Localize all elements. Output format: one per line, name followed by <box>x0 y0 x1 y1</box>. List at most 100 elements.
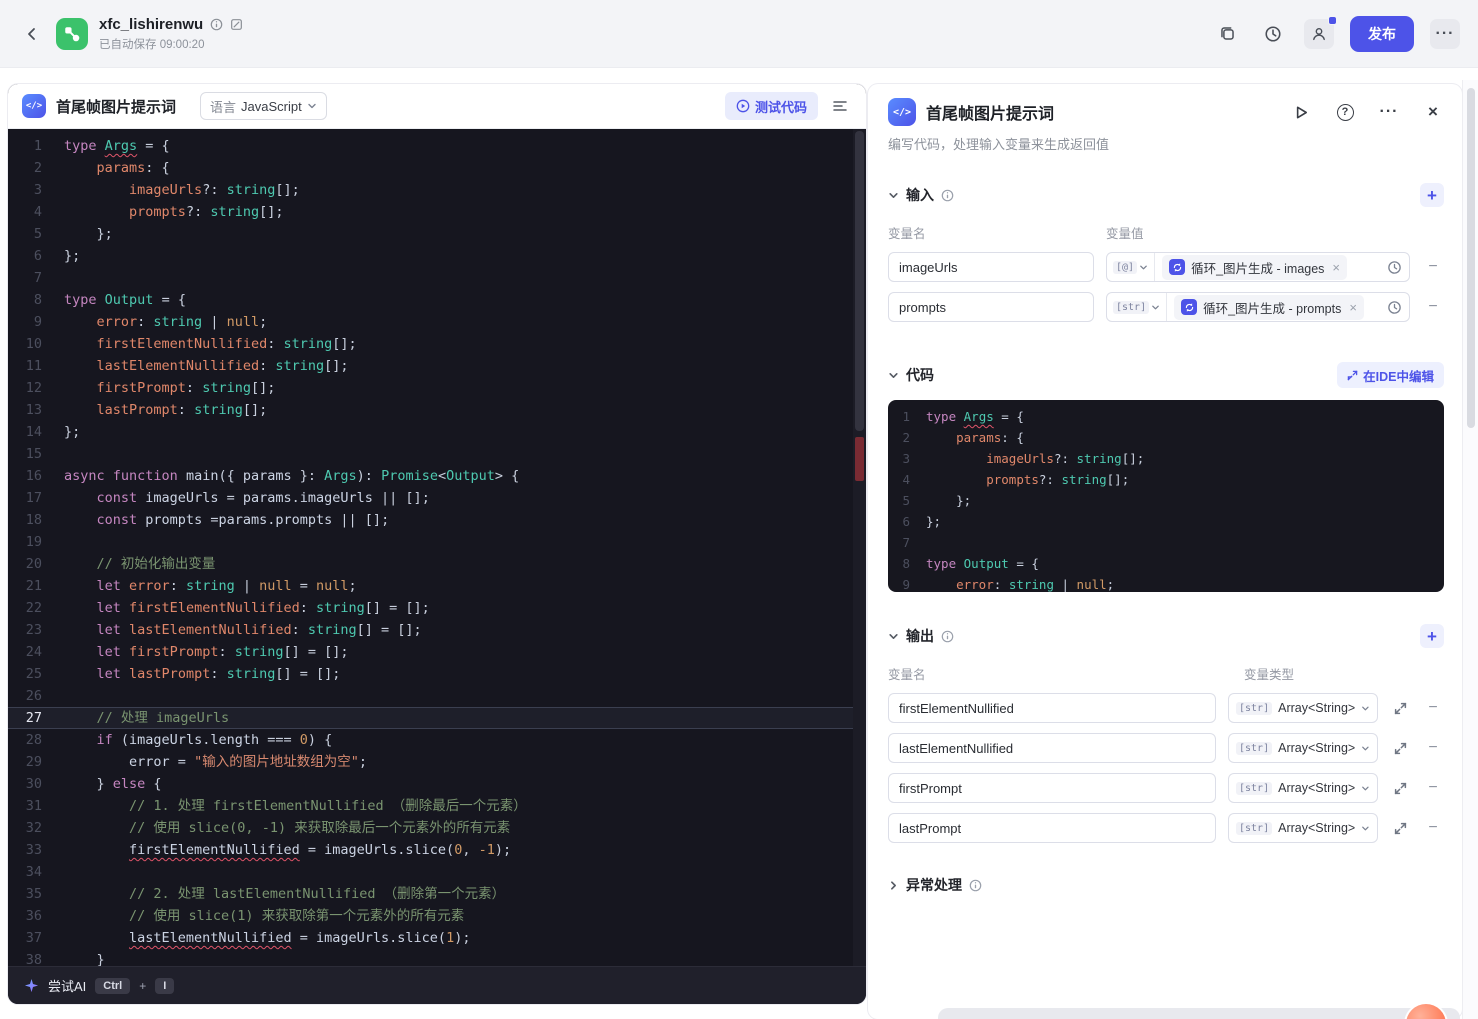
code-line[interactable]: 11 lastElementNullified: string[]; <box>8 355 866 377</box>
collapse-chevron-icon[interactable] <box>888 631 899 642</box>
code-line[interactable]: 3 imageUrls?: string[]; <box>888 448 1444 469</box>
code-line[interactable]: 24 let firstPrompt: string[] = []; <box>8 641 866 663</box>
info-icon[interactable] <box>969 879 982 892</box>
collaborate-button[interactable] <box>1304 19 1334 49</box>
code-line[interactable]: 4 prompts?: string[]; <box>888 469 1444 490</box>
collapse-chevron-icon[interactable] <box>888 370 899 381</box>
expand-variable-icon[interactable] <box>1390 702 1410 715</box>
code-line[interactable]: 2 params: { <box>888 427 1444 448</box>
workspace-logo[interactable] <box>56 18 88 50</box>
value-type-dropdown[interactable]: [str] <box>1107 293 1167 321</box>
code-line[interactable]: 1type Args = { <box>888 406 1444 427</box>
publish-button[interactable]: 发布 <box>1350 16 1414 52</box>
code-line[interactable]: 27 // 处理 imageUrls <box>8 707 866 729</box>
code-line[interactable]: 9 error: string | null; <box>888 574 1444 592</box>
code-line[interactable]: 8type Output = { <box>8 289 866 311</box>
code-line[interactable]: 4 prompts?: string[]; <box>8 201 866 223</box>
ai-assist-bar[interactable]: 尝试AI Ctrl + I <box>8 966 866 1004</box>
code-line[interactable]: 30 } else { <box>8 773 866 795</box>
code-line[interactable]: 35 // 2. 处理 lastElementNullified （删除第一个元… <box>8 883 866 905</box>
variable-type-select[interactable]: [str] Array<String> <box>1228 773 1378 803</box>
variable-type-select[interactable]: [str] Array<String> <box>1228 813 1378 843</box>
edit-in-ide-button[interactable]: 在IDE中编辑 <box>1337 362 1444 388</box>
code-line[interactable]: 5 }; <box>8 223 866 245</box>
duplicate-button[interactable] <box>1212 19 1242 49</box>
collapse-chevron-icon[interactable] <box>888 190 899 201</box>
add-output-button[interactable]: + <box>1420 624 1444 648</box>
code-line[interactable]: 12 firstPrompt: string[]; <box>8 377 866 399</box>
variable-type-select[interactable]: [str] Array<String> <box>1228 733 1378 763</box>
info-icon[interactable] <box>941 630 954 643</box>
expand-variable-icon[interactable] <box>1390 782 1410 795</box>
clear-reference-icon[interactable]: × <box>1349 300 1357 315</box>
expand-variable-icon[interactable] <box>1390 822 1410 835</box>
code-line[interactable]: 16async function main({ params }: Args):… <box>8 465 866 487</box>
code-line[interactable]: 32 // 使用 slice(0, -1) 来获取除最后一个元素外的所有元素 <box>8 817 866 839</box>
clear-reference-icon[interactable]: × <box>1332 260 1340 275</box>
code-line[interactable]: 23 let lastElementNullified: string[] = … <box>8 619 866 641</box>
remove-variable-button[interactable]: − <box>1422 817 1444 839</box>
code-line[interactable]: 38 } <box>8 949 866 966</box>
code-line[interactable]: 9 error: string | null; <box>8 311 866 333</box>
code-line[interactable]: 19 <box>8 531 866 553</box>
expand-variable-icon[interactable] <box>1390 742 1410 755</box>
remove-variable-button[interactable]: − <box>1422 296 1444 318</box>
variable-value-select[interactable]: [@] 循环_图片生成 - images × <box>1106 252 1410 282</box>
remove-variable-button[interactable]: − <box>1422 697 1444 719</box>
language-select[interactable]: 语言 JavaScript <box>200 92 327 120</box>
panel-more-button[interactable]: ··· <box>1378 101 1400 123</box>
variable-name-input[interactable] <box>888 693 1216 723</box>
code-line[interactable]: 1type Args = { <box>8 135 866 157</box>
code-line[interactable]: 36 // 使用 slice(1) 来获取除第一个元素外的所有元素 <box>8 905 866 927</box>
code-line[interactable]: 5 }; <box>888 490 1444 511</box>
code-line[interactable]: 6}; <box>888 511 1444 532</box>
info-icon[interactable] <box>210 18 223 31</box>
window-scrollbar[interactable] <box>1462 80 1478 1019</box>
code-line[interactable]: 13 lastPrompt: string[]; <box>8 399 866 421</box>
code-editor-area[interactable]: 1type Args = {2 params: {3 imageUrls?: s… <box>8 129 866 966</box>
code-line[interactable]: 7 <box>888 532 1444 553</box>
remove-variable-button[interactable]: − <box>1422 737 1444 759</box>
variable-name-input[interactable] <box>888 773 1216 803</box>
test-code-button[interactable]: 测试代码 <box>725 92 818 120</box>
code-line[interactable]: 29 error = "输入的图片地址数组为空"; <box>8 751 866 773</box>
code-line[interactable]: 18 const prompts =params.prompts || []; <box>8 509 866 531</box>
code-line[interactable]: 8type Output = { <box>888 553 1444 574</box>
history-button[interactable] <box>1258 19 1288 49</box>
editor-scrollbar[interactable] <box>853 129 866 966</box>
code-preview[interactable]: 1type Args = {2 params: {3 imageUrls?: s… <box>888 400 1444 592</box>
more-button[interactable]: ··· <box>1430 19 1460 49</box>
add-input-button[interactable]: + <box>1420 183 1444 207</box>
variable-name-input[interactable] <box>888 733 1216 763</box>
code-line[interactable]: 22 let firstElementNullified: string[] =… <box>8 597 866 619</box>
expand-chevron-icon[interactable] <box>888 880 899 891</box>
window-scrollbar-thumb[interactable] <box>1467 88 1475 428</box>
code-line[interactable]: 2 params: { <box>8 157 866 179</box>
close-panel-button[interactable]: × <box>1422 101 1444 123</box>
code-line[interactable]: 21 let error: string | null = null; <box>8 575 866 597</box>
code-line[interactable]: 14}; <box>8 421 866 443</box>
variable-type-select[interactable]: [str] Array<String> <box>1228 693 1378 723</box>
code-line[interactable]: 37 lastElementNullified = imageUrls.slic… <box>8 927 866 949</box>
code-line[interactable]: 34 <box>8 861 866 883</box>
value-type-dropdown[interactable]: [@] <box>1107 253 1155 281</box>
variable-name-input[interactable] <box>888 292 1094 322</box>
code-line[interactable]: 31 // 1. 处理 firstElementNullified （删除最后一… <box>8 795 866 817</box>
value-config-icon[interactable] <box>1387 260 1402 275</box>
value-config-icon[interactable] <box>1387 300 1402 315</box>
edit-note-icon[interactable] <box>230 18 243 31</box>
code-line[interactable]: 3 imageUrls?: string[]; <box>8 179 866 201</box>
variable-value-select[interactable]: [str] 循环_图片生成 - prompts × <box>1106 292 1410 322</box>
code-line[interactable]: 26 <box>8 685 866 707</box>
help-button[interactable]: ? <box>1334 101 1356 123</box>
code-line[interactable]: 28 if (imageUrls.length === 0) { <box>8 729 866 751</box>
info-icon[interactable] <box>941 189 954 202</box>
editor-scrollbar-thumb[interactable] <box>855 131 864 431</box>
run-node-button[interactable] <box>1290 101 1312 123</box>
variable-name-input[interactable] <box>888 813 1216 843</box>
outline-list-button[interactable] <box>828 99 852 113</box>
remove-variable-button[interactable]: − <box>1422 777 1444 799</box>
variable-name-input[interactable] <box>888 252 1094 282</box>
back-button[interactable] <box>18 20 46 48</box>
code-line[interactable]: 10 firstElementNullified: string[]; <box>8 333 866 355</box>
